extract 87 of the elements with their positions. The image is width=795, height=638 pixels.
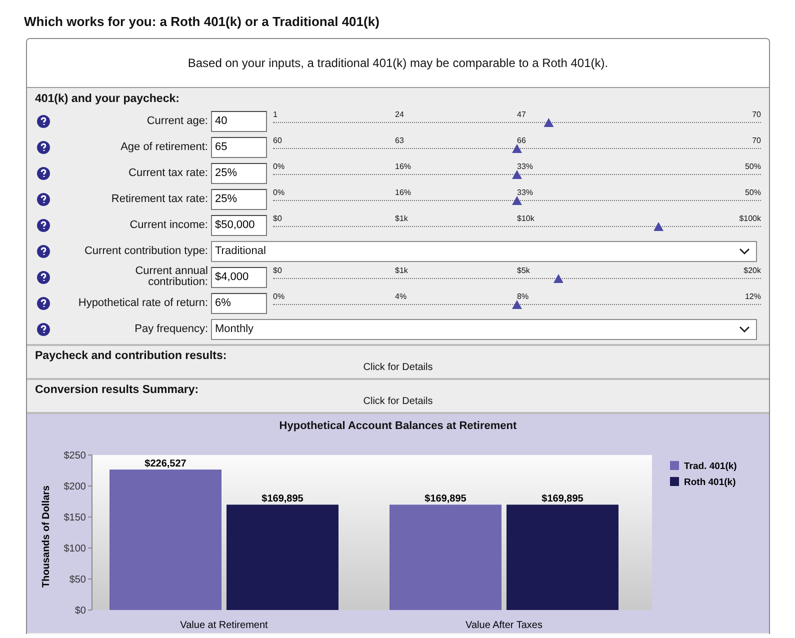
tick-label: 1 xyxy=(273,111,278,119)
page-title: Which works for you: a Roth 401(k) or a Traditional 401(k) xyxy=(24,14,380,29)
tick-label: 63 xyxy=(395,137,405,145)
section-heading: Conversion results Summary: xyxy=(35,384,200,396)
slider-thumb[interactable] xyxy=(512,144,522,153)
axis-tick-label: $50 xyxy=(69,574,86,586)
tick-label: $20k xyxy=(742,267,761,275)
value-label: $169,895 xyxy=(542,494,584,505)
section-heading: Paycheck and contribution results: xyxy=(35,350,228,362)
category-label: Value at Retirement xyxy=(180,620,268,631)
value-label: $169,895 xyxy=(262,494,304,505)
tick-label: 70 xyxy=(751,111,761,119)
help-icon[interactable] xyxy=(37,218,50,232)
field-label: Hypothetical rate of return: xyxy=(77,298,209,308)
axis-tick-label: $0 xyxy=(74,606,86,616)
chart-title: Hypothetical Account Balances at Retirement xyxy=(278,419,518,434)
tick-label: 70 xyxy=(751,137,761,145)
axis-tick-label: $200 xyxy=(64,482,86,492)
tick-label: 8% xyxy=(517,293,530,301)
chevron-down-icon xyxy=(739,248,750,254)
tick-label: 0% xyxy=(273,189,286,197)
tick-label: 50% xyxy=(744,163,761,171)
help-icon[interactable] xyxy=(37,192,50,206)
axis-tick-label: $250 xyxy=(64,450,86,462)
tick-label: 16% xyxy=(395,189,412,197)
tick-label: $1k xyxy=(395,267,409,275)
tick-label: 0% xyxy=(273,163,286,171)
input-field[interactable]: 6% xyxy=(211,292,267,314)
tick-label: 16% xyxy=(395,163,412,171)
slider-thumb[interactable] xyxy=(544,118,554,127)
input-field[interactable]: $50,000 xyxy=(211,214,267,236)
tick-label: $5k xyxy=(517,267,531,275)
tick-label: 33% xyxy=(517,189,534,197)
help-icon[interactable] xyxy=(37,166,50,180)
tick-label: 0% xyxy=(273,293,286,301)
summary-text: Based on your inputs, a traditional 401(k) may be comparable to a Roth 401(k). xyxy=(27,39,769,88)
slider-thumb[interactable] xyxy=(512,196,522,205)
section-heading: 401(k) and your paycheck: xyxy=(35,93,180,107)
details-link[interactable]: Click for Details xyxy=(363,396,433,407)
tick-label: 47 xyxy=(517,111,527,119)
input-field[interactable]: $4,000 xyxy=(211,266,267,288)
tick-label: 33% xyxy=(517,163,534,171)
slider-thumb[interactable] xyxy=(553,274,564,283)
chevron-down-icon xyxy=(739,326,750,332)
slider-thumb[interactable] xyxy=(512,170,522,179)
axis-title: Thousands of Dollars xyxy=(41,485,52,588)
tick-label: $0 xyxy=(273,267,283,275)
field-label: Current contribution type: xyxy=(83,246,209,256)
help-icon[interactable] xyxy=(37,296,50,310)
dropdown[interactable]: Monthly xyxy=(211,318,757,340)
help-icon[interactable] xyxy=(37,270,50,284)
help-icon[interactable] xyxy=(37,322,50,336)
field-label: Age of retirement: xyxy=(120,142,209,152)
field-label: Current age: xyxy=(146,116,209,126)
help-icon[interactable] xyxy=(37,140,50,154)
field-label: Current annual contribution: xyxy=(134,266,209,288)
value-label: $169,895 xyxy=(424,494,466,505)
tick-label: 12% xyxy=(744,293,761,301)
tick-label: 4% xyxy=(395,293,408,301)
tick-label: 66 xyxy=(517,137,527,145)
legend-label: Trad. 401(k) xyxy=(684,461,737,472)
input-field[interactable]: 25% xyxy=(211,188,267,210)
field-label: Pay frequency: xyxy=(134,324,209,334)
dropdown[interactable]: Traditional xyxy=(211,240,757,262)
value-label: $226,527 xyxy=(144,458,186,470)
legend-label: Roth 401(k) xyxy=(684,477,736,488)
field-label: Retirement tax rate: xyxy=(110,194,209,204)
tick-label: 24 xyxy=(395,111,405,119)
field-label: Current income: xyxy=(128,220,209,230)
tick-label: 60 xyxy=(273,137,283,145)
input-field[interactable]: 25% xyxy=(211,162,267,184)
tick-label: $10k xyxy=(517,215,536,223)
tick-label: $0 xyxy=(273,215,283,223)
help-icon[interactable] xyxy=(37,114,50,128)
tick-label: $100k xyxy=(738,215,761,223)
input-field[interactable]: 65 xyxy=(211,136,267,158)
category-label: Value After Taxes xyxy=(466,620,542,631)
tick-label: 50% xyxy=(744,189,761,197)
help-icon[interactable] xyxy=(37,244,50,258)
field-label: Current tax rate: xyxy=(128,168,209,178)
tick-label: $1k xyxy=(395,215,409,223)
axis-tick-label: $150 xyxy=(64,512,86,524)
details-link[interactable]: Click for Details xyxy=(363,362,433,373)
slider-thumb[interactable] xyxy=(654,222,664,231)
slider-thumb[interactable] xyxy=(512,300,522,309)
axis-tick-label: $100 xyxy=(64,544,86,554)
input-field[interactable]: 40 xyxy=(211,110,267,132)
